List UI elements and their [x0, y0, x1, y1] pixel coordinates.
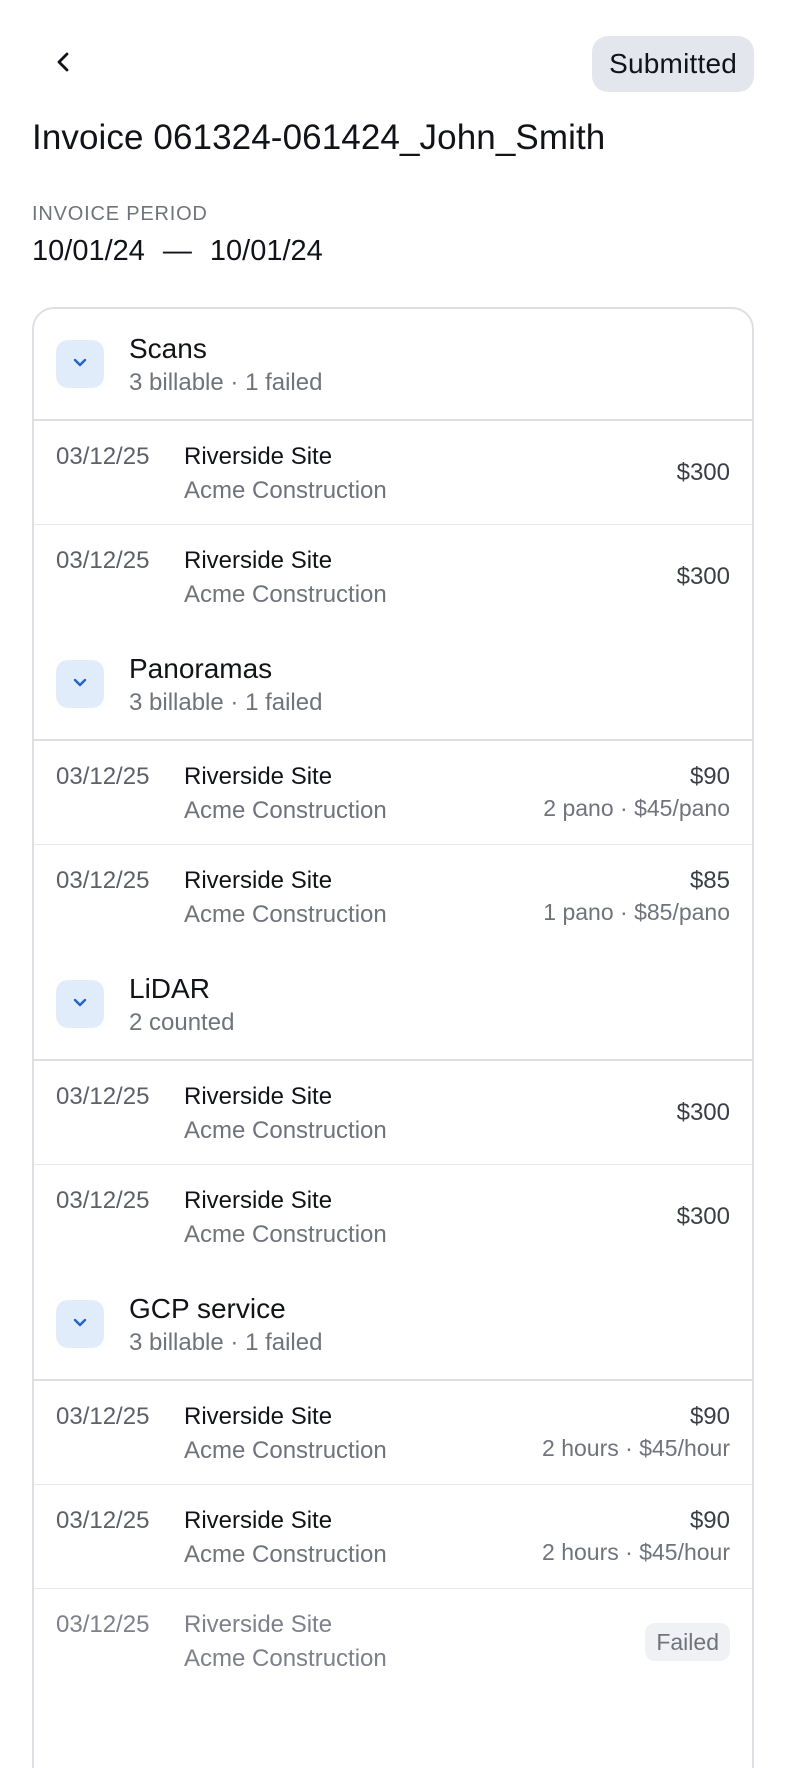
chevron-down-icon	[71, 673, 89, 696]
item-site: Riverside Site	[184, 1403, 333, 1430]
item-amount: $90	[689, 763, 730, 790]
period-separator: —	[162, 235, 192, 267]
item-rate-detail: 2 pano · $45/pano	[543, 795, 730, 821]
item-site: Riverside Site	[184, 867, 333, 894]
item-rate-detail: 2 hours · $45/hour	[542, 1435, 730, 1461]
item-date: 03/12/25	[56, 1187, 150, 1214]
line-item-row[interactable]: 03/12/25 Riverside Site Acme Constructio…	[34, 1061, 752, 1165]
collapse-toggle[interactable]	[56, 1300, 104, 1348]
line-item-row[interactable]: 03/12/25 Riverside Site Acme Constructio…	[34, 525, 752, 629]
section-subtitle: 3 billable · 1 failed	[129, 369, 323, 396]
line-item-row[interactable]: 03/12/25 Riverside Site Acme Constructio…	[34, 421, 752, 525]
item-date: 03/12/25	[56, 867, 150, 894]
item-company: Acme Construction	[184, 477, 387, 504]
item-date: 03/12/25	[56, 1403, 150, 1430]
item-company: Acme Construction	[184, 1117, 387, 1144]
section-header-lidar[interactable]: LiDAR 2 counted	[34, 973, 752, 1061]
section-subtitle: 3 billable · 1 failed	[129, 689, 323, 716]
item-site: Riverside Site	[184, 1083, 333, 1110]
section-header-scans[interactable]: Scans 3 billable · 1 failed	[34, 309, 752, 421]
item-company: Acme Construction	[184, 1221, 387, 1248]
item-company: Acme Construction	[184, 581, 387, 608]
page-title: Invoice 061324-061424_John_Smith	[32, 118, 606, 157]
item-amount: $90	[689, 1403, 730, 1430]
section-subtitle: 2 counted	[129, 1009, 235, 1036]
item-company: Acme Construction	[184, 1437, 387, 1464]
item-amount: $300	[676, 459, 730, 486]
top-bar: Submitted	[0, 0, 786, 128]
section-subtitle: 3 billable · 1 failed	[129, 1329, 323, 1356]
failed-status-badge: Failed	[645, 1623, 730, 1661]
invoice-period-range: 10/01/24 — 10/01/24	[32, 235, 323, 268]
line-item-row[interactable]: 03/12/25 Riverside Site Acme Constructio…	[34, 1485, 752, 1589]
item-amount: $300	[676, 1203, 730, 1230]
chevron-down-icon	[71, 993, 89, 1016]
item-rate-detail: 2 hours · $45/hour	[542, 1539, 730, 1565]
collapse-toggle[interactable]	[56, 660, 104, 708]
item-date: 03/12/25	[56, 1083, 150, 1110]
line-item-row[interactable]: 03/12/25 Riverside Site Acme Constructio…	[34, 1381, 752, 1485]
item-amount: $300	[676, 563, 730, 590]
status-badge: Submitted	[592, 36, 754, 92]
item-company: Acme Construction	[184, 1541, 387, 1568]
item-company: Acme Construction	[184, 1645, 387, 1672]
collapse-toggle[interactable]	[56, 980, 104, 1028]
section-header-gcp-service[interactable]: GCP service 3 billable · 1 failed	[34, 1293, 752, 1381]
chevron-down-icon	[71, 353, 89, 376]
item-date: 03/12/25	[56, 547, 150, 574]
line-item-row-failed[interactable]: 03/12/25 Riverside Site Acme Constructio…	[34, 1589, 752, 1693]
item-amount: $300	[676, 1099, 730, 1126]
section-title: GCP service	[129, 1293, 286, 1324]
invoice-items-card: Scans 3 billable · 1 failed 03/12/25 Riv…	[32, 307, 754, 1768]
item-company: Acme Construction	[184, 901, 387, 928]
item-site: Riverside Site	[184, 547, 333, 574]
back-button[interactable]	[44, 44, 84, 84]
item-site: Riverside Site	[184, 763, 333, 790]
line-item-row[interactable]: 03/12/25 Riverside Site Acme Constructio…	[34, 845, 752, 949]
invoice-period-label: INVOICE PERIOD	[32, 203, 208, 225]
item-site: Riverside Site	[184, 1611, 333, 1638]
item-date: 03/12/25	[56, 443, 150, 470]
collapse-toggle[interactable]	[56, 340, 104, 388]
item-company: Acme Construction	[184, 797, 387, 824]
period-start: 10/01/24	[32, 235, 145, 267]
section-title: LiDAR	[129, 973, 210, 1004]
item-amount: $90	[689, 1507, 730, 1534]
line-item-row[interactable]: 03/12/25 Riverside Site Acme Constructio…	[34, 1165, 752, 1269]
item-amount: $85	[689, 867, 730, 894]
section-title: Panoramas	[129, 653, 273, 684]
item-site: Riverside Site	[184, 1507, 333, 1534]
chevron-down-icon	[71, 1313, 89, 1336]
line-item-row[interactable]: 03/12/25 Riverside Site Acme Constructio…	[34, 741, 752, 845]
section-title: Scans	[129, 333, 207, 364]
invoice-detail-screen: Submitted Invoice 061324-061424_John_Smi…	[0, 0, 786, 1768]
item-date: 03/12/25	[56, 763, 150, 790]
item-site: Riverside Site	[184, 1187, 333, 1214]
period-end: 10/01/24	[209, 235, 323, 267]
item-date: 03/12/25	[56, 1611, 150, 1638]
section-header-panoramas[interactable]: Panoramas 3 billable · 1 failed	[34, 653, 752, 741]
item-rate-detail: 1 pano · $85/pano	[543, 899, 730, 925]
item-date: 03/12/25	[56, 1507, 150, 1534]
item-site: Riverside Site	[184, 443, 333, 470]
chevron-left-icon	[52, 50, 76, 79]
